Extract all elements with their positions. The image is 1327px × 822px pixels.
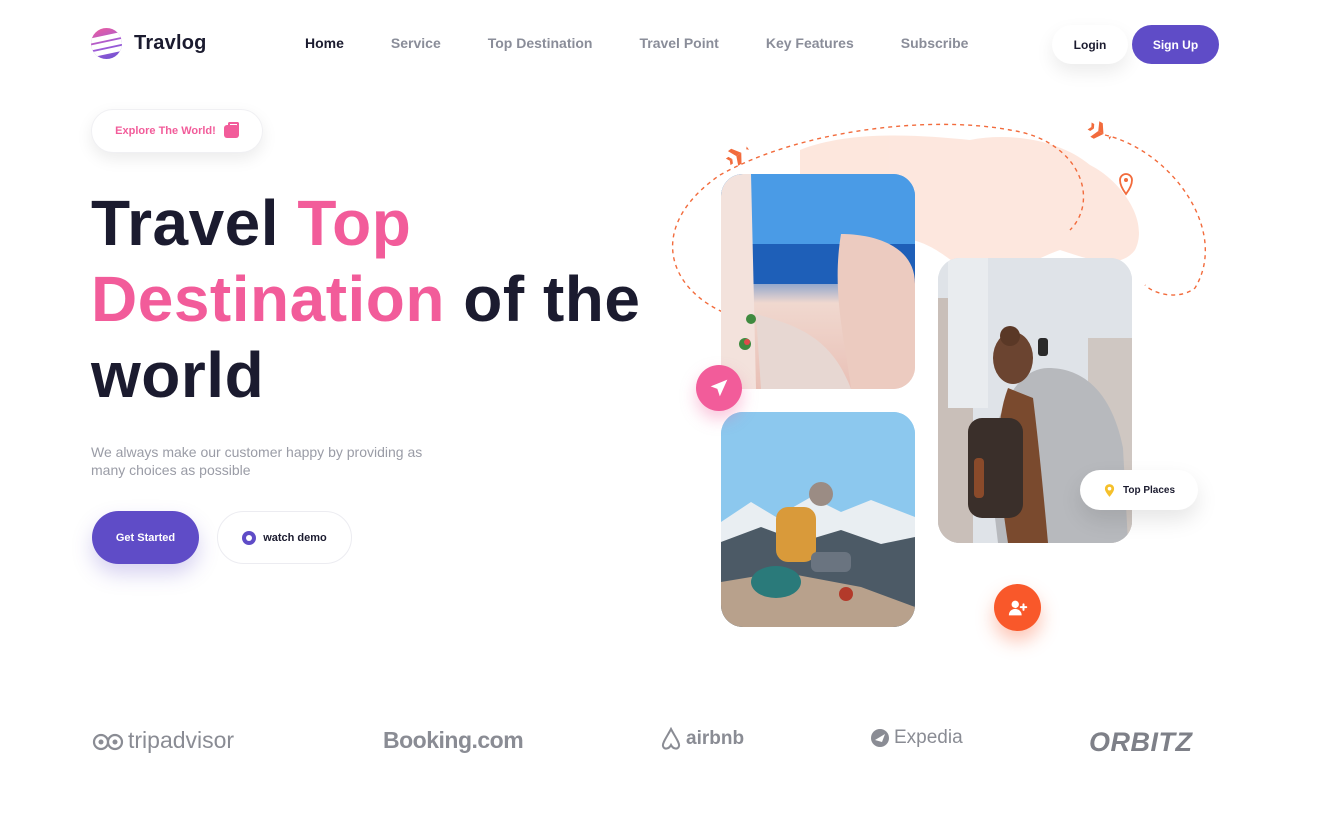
brand-name: Travlog [134,32,207,54]
brand-logo[interactable]: Travlog [91,28,207,59]
plane-icon [725,146,749,166]
partner-logo-expedia: Expedia [870,727,963,749]
get-started-button[interactable]: Get Started [92,511,199,564]
partner-logo-orbitz: ORBITZ [1089,727,1193,758]
logo-icon [91,28,122,59]
plane-icon [1087,121,1112,140]
main-nav: Home Service Top Destination Travel Poin… [305,35,1015,51]
partner-name: Expedia [894,727,963,748]
briefcase-icon [223,121,239,138]
hero-title-part3: world [91,339,265,411]
paper-plane-icon [710,379,728,397]
top-places-chip[interactable]: Top Places [1080,470,1198,510]
partner-name: tripadvisor [128,727,235,753]
explore-badge-label: Explore The World! [115,125,216,137]
partner-logo-booking: Booking.com [383,727,524,754]
hero-title: Travel Top Destination of the world [91,185,651,413]
globe-icon [871,729,889,747]
signup-button[interactable]: Sign Up [1132,25,1219,64]
nav-item-travel-point[interactable]: Travel Point [639,35,718,51]
partner-name: Booking.com [383,727,524,753]
login-button[interactable]: Login [1052,25,1128,64]
nav-item-home[interactable]: Home [305,35,344,51]
watch-demo-button[interactable]: watch demo [217,511,352,564]
partner-name: airbnb [686,728,745,749]
send-button[interactable] [696,365,742,411]
hero-title-highlight1: Top [297,187,412,259]
add-user-icon [1008,600,1027,615]
location-pin-icon [1104,483,1115,497]
top-places-label: Top Places [1123,484,1176,496]
airbnb-icon [661,727,681,750]
owl-icon [92,733,124,750]
nav-item-key-features[interactable]: Key Features [766,35,854,51]
santorini-photo [721,174,915,389]
location-pin-icon [1119,173,1133,196]
nav-item-subscribe[interactable]: Subscribe [901,35,969,51]
hero-title-part1: Travel [91,187,298,259]
mountain-hiker-photo [721,412,915,627]
nav-item-top-destination[interactable]: Top Destination [488,35,593,51]
partner-logo-tripadvisor: tripadvisor [92,727,234,754]
hero-title-part2: of the [444,263,641,335]
partner-name: ORBITZ [1089,727,1193,757]
nav-item-service[interactable]: Service [391,35,441,51]
play-icon [242,530,257,545]
hero-title-highlight2: Destination [91,263,445,335]
watch-demo-label: watch demo [263,531,327,544]
partner-logo-airbnb: airbnb [660,727,744,751]
hero-subtitle: We always make our customer happy by pro… [91,444,423,478]
landing-page: Travlog Home Service Top Destination Tra… [0,0,1327,822]
explore-badge: Explore The World! [91,109,263,153]
add-user-button[interactable] [994,584,1041,631]
